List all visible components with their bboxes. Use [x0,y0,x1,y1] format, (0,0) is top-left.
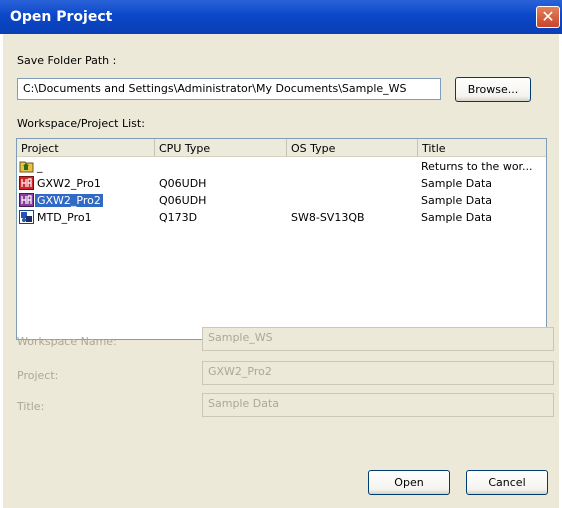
gx-project-icon [19,176,34,190]
close-button[interactable]: ✕ [536,6,560,28]
project-list-label: Workspace/Project List: [17,117,145,130]
list-row[interactable]: _ Returns to the wor... [17,158,546,175]
open-button-label: Open [394,476,424,489]
workspace-name-value: Sample_WS [208,331,273,344]
row-project: _ [37,160,43,173]
title-bar[interactable]: Open Project ✕ [0,0,562,34]
project-value: GXW2_Pro2 [208,365,272,378]
row-project: GXW2_Pro1 [37,177,101,190]
cancel-button-label: Cancel [488,476,526,489]
row-project: MTD_Pro1 [37,211,92,224]
row-title: Sample Data [421,194,493,207]
dialog-body: Save Folder Path : C:\Documents and Sett… [3,34,559,508]
column-cpu-type[interactable]: CPU Type [155,139,287,157]
project-list[interactable]: Project CPU Type OS Type Title _ Returns… [16,138,547,340]
row-os-type: SW8-SV13QB [291,211,365,224]
workspace-name-label: Workspace Name: [17,335,117,348]
row-title: Returns to the wor... [421,160,533,173]
list-row[interactable]: MTD_Pro1 Q173D SW8-SV13QB Sample Data [17,209,546,226]
browse-button-label: Browse... [467,83,519,96]
column-os-type[interactable]: OS Type [287,139,418,157]
gx-project-icon [19,193,34,207]
row-title: Sample Data [421,211,493,224]
project-field: GXW2_Pro2 [202,361,554,385]
title-value: Sample Data [208,397,280,410]
row-project: GXW2_Pro2 [35,194,103,207]
save-folder-path-value: C:\Documents and Settings\Administrator\… [23,82,407,95]
cancel-button[interactable]: Cancel [466,470,548,495]
open-button[interactable]: Open [368,470,450,495]
row-cpu-type: Q06UDH [159,194,207,207]
list-header: Project CPU Type OS Type Title [17,139,546,157]
title-field: Sample Data [202,393,554,417]
list-row-selected[interactable]: GXW2_Pro2 Q06UDH Sample Data [17,192,546,209]
column-project[interactable]: Project [17,139,155,157]
workspace-name-field: Sample_WS [202,327,554,351]
up-folder-icon [19,161,34,173]
project-label: Project: [17,369,59,382]
window-title: Open Project [10,9,113,25]
row-cpu-type: Q06UDH [159,177,207,190]
row-cpu-type: Q173D [159,211,198,224]
save-folder-path-input[interactable]: C:\Documents and Settings\Administrator\… [17,78,441,100]
list-row[interactable]: GXW2_Pro1 Q06UDH Sample Data [17,175,546,192]
column-title[interactable]: Title [418,139,546,157]
browse-button[interactable]: Browse... [455,77,531,102]
title-label: Title: [17,400,45,413]
row-title: Sample Data [421,177,493,190]
save-folder-label: Save Folder Path : [17,54,117,67]
close-icon: ✕ [541,7,555,26]
mt-project-icon [19,210,34,224]
